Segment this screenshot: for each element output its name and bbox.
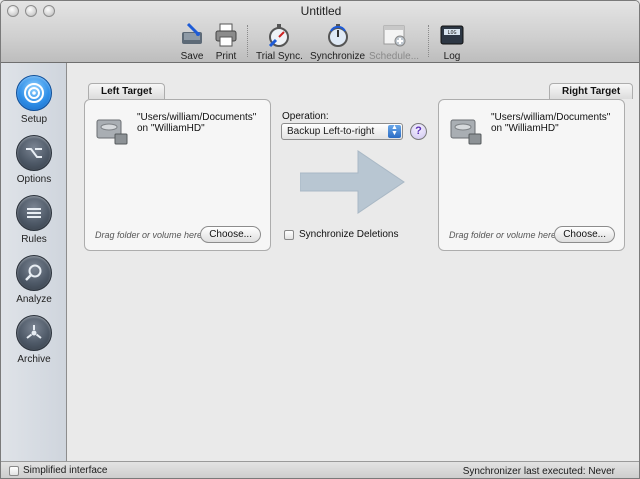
sidebar-item-analyze[interactable]: Analyze bbox=[1, 255, 67, 305]
operation-label: Operation: bbox=[282, 111, 329, 122]
setup-icon bbox=[16, 75, 52, 111]
direction-arrow-icon bbox=[299, 149, 406, 215]
left-target-panel[interactable]: "Users/william/Documents" on "WilliamHD"… bbox=[84, 99, 271, 251]
toolbar: Save Print Trial Sync. Synchronize Sched… bbox=[1, 19, 639, 63]
log-icon: LOG bbox=[437, 21, 467, 49]
right-target-path: "Users/william/Documents" on "WilliamHD" bbox=[491, 112, 611, 134]
right-target-panel[interactable]: "Users/william/Documents" on "WilliamHD"… bbox=[438, 99, 625, 251]
right-drop-hint: Drag folder or volume here... bbox=[449, 230, 564, 240]
window-title: Untitled bbox=[300, 4, 342, 18]
print-button[interactable]: Print bbox=[211, 21, 241, 62]
sidebar-item-setup[interactable]: Setup bbox=[1, 75, 67, 125]
archive-icon bbox=[16, 315, 52, 351]
left-target-title: Left Target bbox=[88, 83, 165, 99]
left-choose-button[interactable]: Choose... bbox=[200, 226, 261, 243]
save-icon bbox=[177, 21, 207, 49]
sidebar: Setup Options Rules Analyze Archive bbox=[1, 63, 67, 461]
hard-drive-icon bbox=[449, 114, 483, 148]
svg-text:LOG: LOG bbox=[447, 30, 456, 36]
left-drop-hint: Drag folder or volume here... bbox=[95, 230, 210, 240]
log-button[interactable]: LOG Log bbox=[437, 21, 467, 62]
rules-icon bbox=[16, 195, 52, 231]
help-button[interactable]: ? bbox=[410, 123, 427, 140]
sidebar-item-archive[interactable]: Archive bbox=[1, 315, 67, 365]
sidebar-item-rules[interactable]: Rules bbox=[1, 195, 67, 245]
setup-pane: Left Target "Users/william/Documents" on… bbox=[68, 63, 639, 461]
sidebar-item-options[interactable]: Options bbox=[1, 135, 67, 185]
title-bar: Untitled Save Print Trial Sync. Synchron… bbox=[1, 1, 639, 63]
sync-deletions-checkbox[interactable]: Synchronize Deletions bbox=[284, 229, 399, 240]
operation-select[interactable]: Backup Left-to-right ▲ ▼ bbox=[281, 123, 403, 140]
last-executed-status: Synchronizer last executed: Never bbox=[462, 466, 615, 477]
toolbar-separator bbox=[247, 25, 248, 57]
schedule-button[interactable]: Schedule... bbox=[369, 21, 419, 62]
popup-arrows-icon: ▲ ▼ bbox=[388, 124, 401, 138]
status-bar: Simplified interface Synchronizer last e… bbox=[1, 461, 639, 478]
checkbox-box[interactable] bbox=[284, 229, 294, 240]
options-icon bbox=[16, 135, 52, 171]
app-window: Untitled Save Print Trial Sync. Synchron… bbox=[0, 0, 640, 479]
stopwatch-icon bbox=[264, 21, 294, 49]
trial-sync-button[interactable]: Trial Sync. bbox=[256, 21, 303, 62]
left-target-path: "Users/william/Documents" on "WilliamHD" bbox=[137, 112, 257, 134]
hard-drive-icon bbox=[95, 114, 129, 148]
stopwatch-sync-icon bbox=[323, 21, 353, 49]
checkbox-box[interactable] bbox=[9, 465, 19, 476]
synchronize-button[interactable]: Synchronize bbox=[310, 21, 365, 62]
save-button[interactable]: Save bbox=[177, 21, 207, 62]
right-choose-button[interactable]: Choose... bbox=[554, 226, 615, 243]
simplified-interface-checkbox[interactable]: Simplified interface bbox=[9, 465, 107, 476]
printer-icon bbox=[211, 21, 241, 49]
right-target-title: Right Target bbox=[549, 83, 634, 99]
analyze-icon bbox=[16, 255, 52, 291]
toolbar-separator bbox=[428, 25, 429, 57]
calendar-icon bbox=[379, 21, 409, 49]
